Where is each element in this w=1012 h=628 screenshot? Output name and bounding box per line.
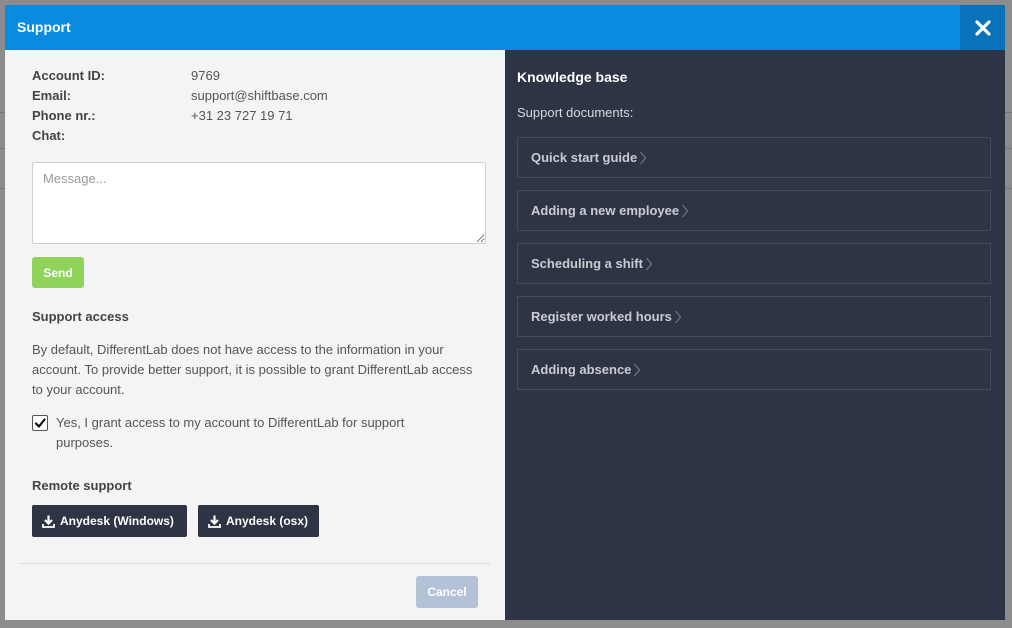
footer-divider: [20, 563, 490, 564]
contact-panel: Account ID: 9769 Email: support@shiftbas…: [5, 50, 505, 620]
chevron-right-icon: [639, 151, 647, 165]
chevron-right-icon: [633, 363, 641, 377]
doc-link-scheduling-a-shift[interactable]: Scheduling a shift: [517, 243, 991, 284]
cancel-button[interactable]: Cancel: [416, 576, 478, 608]
chevron-right-icon: [645, 257, 653, 271]
modal-title: Support: [17, 19, 71, 35]
phone-value[interactable]: +31 23 727 19 71: [191, 108, 293, 123]
doc-link-adding-a-new-employee[interactable]: Adding a new employee: [517, 190, 991, 231]
checkmark-icon: [34, 417, 46, 429]
email-label: Email:: [32, 88, 72, 103]
anydesk-windows-label: Anydesk (Windows): [60, 514, 174, 528]
anydesk-windows-button[interactable]: Anydesk (Windows): [32, 505, 187, 537]
support-access-description: By default, DifferentLab does not have a…: [32, 342, 473, 397]
doc-link-adding-absence[interactable]: Adding absence: [517, 349, 991, 390]
doc-link-label: Register worked hours: [531, 309, 672, 324]
doc-link-register-worked-hours[interactable]: Register worked hours: [517, 296, 991, 337]
email-value[interactable]: support@shiftbase.com: [191, 88, 328, 103]
close-button[interactable]: [960, 5, 1005, 50]
anydesk-osx-button[interactable]: Anydesk (osx): [198, 505, 319, 537]
chat-label: Chat:: [32, 128, 66, 143]
remote-support-title: Remote support: [32, 478, 132, 493]
doc-link-label: Adding a new employee: [531, 203, 680, 218]
download-icon: [42, 515, 55, 528]
chevron-right-icon: [674, 310, 682, 324]
message-input[interactable]: [32, 162, 486, 244]
download-icon: [208, 515, 221, 528]
close-icon: [974, 19, 991, 36]
knowledge-base-panel: Knowledge base Support documents: Quick …: [505, 50, 1005, 620]
doc-link-label: Adding absence: [531, 362, 632, 377]
account-id-label: Account ID:: [32, 68, 105, 83]
support-modal: Support Account ID: 9769 Email: support@…: [5, 5, 1005, 620]
knowledge-base-title: Knowledge base: [517, 69, 628, 85]
support-access-title: Support access: [32, 309, 129, 324]
anydesk-osx-label: Anydesk (osx): [226, 514, 309, 528]
doc-link-label: Scheduling a shift: [531, 256, 643, 271]
doc-link-label: Quick start guide: [531, 150, 638, 165]
grant-access-label[interactable]: Yes, I grant access to my account to Dif…: [56, 413, 456, 453]
support-documents-label: Support documents:: [517, 105, 634, 120]
phone-label: Phone nr.:: [32, 108, 96, 123]
doc-link-quick-start-guide[interactable]: Quick start guide: [517, 137, 991, 178]
grant-access-checkbox[interactable]: [32, 415, 48, 431]
account-id-value: 9769: [191, 68, 220, 83]
chevron-right-icon: [681, 204, 689, 218]
send-button[interactable]: Send: [32, 257, 84, 288]
modal-header: Support: [5, 5, 1005, 50]
